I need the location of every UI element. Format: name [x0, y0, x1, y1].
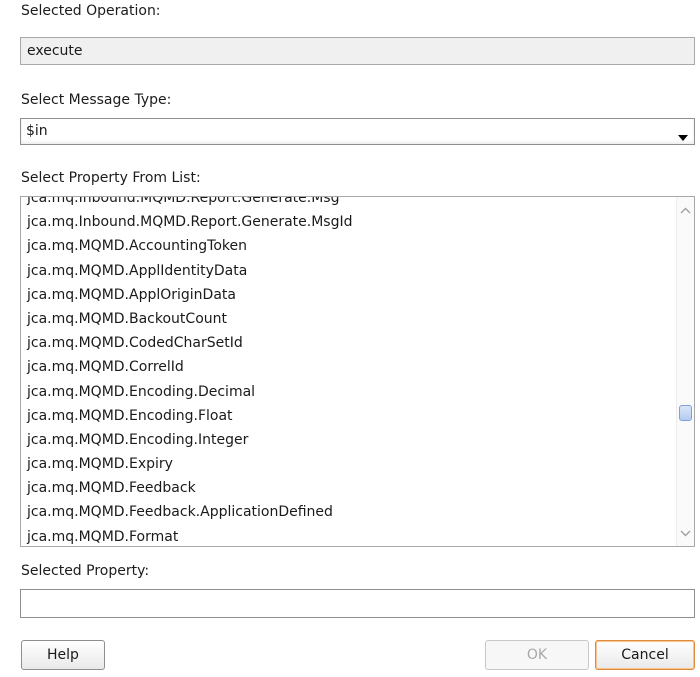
- list-item[interactable]: jca.mq.MQMD.Feedback.ApplicationDefined: [21, 500, 674, 524]
- scroll-down-icon[interactable]: [680, 525, 691, 541]
- list-item[interactable]: jca.mq.MQMD.Format: [21, 525, 674, 546]
- selected-property-input[interactable]: [20, 589, 695, 618]
- list-item[interactable]: jca.mq.MQMD.Feedback: [21, 476, 674, 500]
- list-item[interactable]: jca.mq.MQMD.Encoding.Decimal: [21, 380, 674, 404]
- select-message-type-label: Select Message Type:: [21, 92, 172, 108]
- message-type-value: $in: [26, 123, 48, 139]
- property-list-items: jca.mq.Inbound.MQMD.Report.Generate.Msg …: [21, 197, 674, 546]
- list-item[interactable]: jca.mq.MQMD.Expiry: [21, 452, 674, 476]
- list-item[interactable]: jca.mq.MQMD.ApplOriginData: [21, 283, 674, 307]
- message-type-dropdown[interactable]: $in: [20, 118, 695, 145]
- selected-operation-label: Selected Operation:: [21, 3, 161, 19]
- list-item[interactable]: jca.mq.Inbound.MQMD.Report.Generate.Msg: [21, 197, 674, 210]
- help-button[interactable]: Help: [21, 640, 105, 670]
- list-item[interactable]: jca.mq.MQMD.CorrelId: [21, 355, 674, 379]
- list-item[interactable]: jca.mq.MQMD.BackoutCount: [21, 307, 674, 331]
- selected-property-label: Selected Property:: [21, 563, 150, 579]
- scroll-thumb[interactable]: [679, 405, 692, 421]
- cancel-button[interactable]: Cancel: [595, 640, 695, 670]
- list-item[interactable]: jca.mq.MQMD.ApplIdentityData: [21, 259, 674, 283]
- list-item[interactable]: jca.mq.MQMD.Encoding.Integer: [21, 428, 674, 452]
- list-item[interactable]: jca.mq.MQMD.AccountingToken: [21, 234, 674, 258]
- list-item[interactable]: jca.mq.MQMD.Encoding.Float: [21, 404, 674, 428]
- scroll-up-icon[interactable]: [680, 202, 691, 218]
- property-list[interactable]: jca.mq.Inbound.MQMD.Report.Generate.Msg …: [20, 196, 695, 547]
- select-property-label: Select Property From List:: [21, 170, 201, 186]
- list-item[interactable]: jca.mq.MQMD.CodedCharSetId: [21, 331, 674, 355]
- selected-operation-field: execute: [20, 37, 695, 65]
- ok-button[interactable]: OK: [485, 640, 589, 670]
- list-item[interactable]: jca.mq.Inbound.MQMD.Report.Generate.MsgI…: [21, 210, 674, 234]
- chevron-down-icon[interactable]: [678, 129, 688, 145]
- property-list-scrollbar[interactable]: [676, 197, 694, 546]
